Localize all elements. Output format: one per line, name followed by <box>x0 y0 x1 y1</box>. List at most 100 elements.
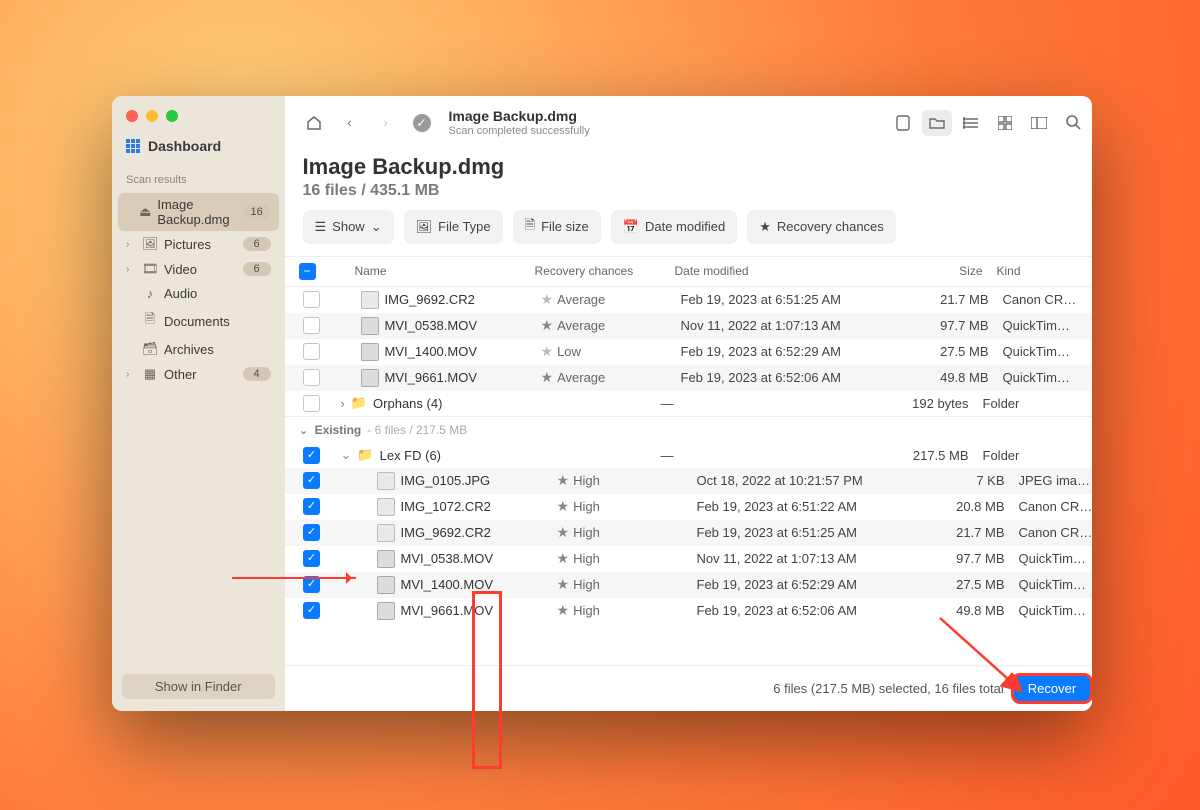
group-label: Existing <box>315 423 362 437</box>
kind-value: JPEG ima… <box>1005 473 1092 488</box>
table-row[interactable]: IMG_9692.CR2★AverageFeb 19, 2023 at 6:51… <box>285 287 1092 313</box>
table-row[interactable]: MVI_0538.MOV★AverageNov 11, 2022 at 1:07… <box>285 313 1092 339</box>
dashboard-label: Dashboard <box>148 138 221 154</box>
docc-icon: 🗎 <box>142 310 158 332</box>
col-date[interactable]: Date modified <box>675 264 905 278</box>
table-row[interactable]: MVI_1400.MOV★LowFeb 19, 2023 at 6:52:29 … <box>285 339 1092 365</box>
table-row[interactable]: ✓MVI_1400.MOV★HighFeb 19, 2023 at 6:52:2… <box>285 572 1092 598</box>
view-list-icon[interactable] <box>956 110 986 136</box>
lexfd-folder-row[interactable]: ✓⌄ 📁 Lex FD (6)—217.5 MBFolder <box>285 443 1092 468</box>
sidebar-item-archives[interactable]: 🗃Archives <box>118 337 279 361</box>
row-checkbox[interactable] <box>303 317 320 334</box>
col-size[interactable]: Size <box>905 264 983 278</box>
recovery-chances-filter[interactable]: ★Recovery chances <box>747 210 896 244</box>
col-recovery[interactable]: Recovery chances <box>535 264 675 278</box>
row-checkbox[interactable]: ✓ <box>303 498 320 515</box>
dashboard-link[interactable]: Dashboard <box>112 122 285 170</box>
row-checkbox[interactable]: ✓ <box>303 524 320 541</box>
select-all-checkbox[interactable]: − <box>299 263 316 280</box>
table-row[interactable]: ✓IMG_1072.CR2★HighFeb 19, 2023 at 6:51:2… <box>285 494 1092 520</box>
window-controls[interactable] <box>112 96 285 122</box>
status-check-icon: ✓ <box>411 112 433 134</box>
row-checkbox[interactable]: ✓ <box>303 472 320 489</box>
star-icon: ★ <box>541 343 554 360</box>
date-value: Feb 19, 2023 at 6:52:29 AM <box>681 344 911 359</box>
col-kind[interactable]: Kind <box>983 264 1092 278</box>
sidebar: Dashboard Scan results ⏏Image Backup.dmg… <box>112 96 285 711</box>
close-icon[interactable] <box>126 110 138 122</box>
row-checkbox[interactable] <box>303 343 320 360</box>
count-badge: 4 <box>243 367 271 381</box>
sidebar-item-audio[interactable]: ♪Audio <box>118 282 279 305</box>
recovery-value: High <box>573 499 600 514</box>
sidebar-item-label: Video <box>164 262 197 277</box>
search-icon[interactable] <box>1058 110 1088 136</box>
filter-bar: ☰Show⌄ 🖼File Type 🗎File size 📅Date modif… <box>285 210 1092 256</box>
location-subtitle: Scan completed successfully <box>449 125 590 138</box>
table-row[interactable]: ✓IMG_9692.CR2★HighFeb 19, 2023 at 6:51:2… <box>285 520 1092 546</box>
sidebar-item-image-backup-dmg[interactable]: ⏏Image Backup.dmg16 <box>118 193 279 231</box>
zoom-icon[interactable] <box>166 110 178 122</box>
pic-icon: 🖼 <box>142 236 158 252</box>
col-name[interactable]: Name <box>325 264 535 278</box>
folder-name: Lex FD (6) <box>380 448 441 463</box>
star-icon: ★ <box>541 317 554 334</box>
file-icon <box>377 472 395 490</box>
kind-value: Canon CR… <box>1005 499 1092 514</box>
recovery-value: High <box>573 603 600 618</box>
show-in-finder-button[interactable]: Show in Finder <box>122 674 275 699</box>
sidebar-item-documents[interactable]: 🗎Documents <box>118 306 279 336</box>
forward-icon[interactable]: › <box>375 112 397 134</box>
chevron-down-icon: ⌄ <box>341 447 352 463</box>
table-row[interactable]: ✓MVI_9661.MOV★HighFeb 19, 2023 at 6:52:0… <box>285 598 1092 624</box>
app-window: Dashboard Scan results ⏏Image Backup.dmg… <box>112 96 1092 711</box>
kind-value: Canon CR… <box>989 292 1092 307</box>
row-checkbox[interactable]: ✓ <box>303 550 320 567</box>
row-checkbox[interactable]: ✓ <box>303 602 320 619</box>
home-icon[interactable] <box>303 112 325 134</box>
date-value: Oct 18, 2022 at 10:21:57 PM <box>697 473 927 488</box>
recovery-value: Low <box>557 344 581 359</box>
existing-group-header[interactable]: ⌄ Existing - 6 files / 217.5 MB <box>285 416 1092 443</box>
file-icon <box>377 576 395 594</box>
sidebar-item-video[interactable]: ›🎞Video6 <box>118 257 279 281</box>
row-checkbox[interactable]: ✓ <box>303 576 320 593</box>
row-checkbox[interactable]: ✓ <box>303 447 320 464</box>
sidebar-item-pictures[interactable]: ›🖼Pictures6 <box>118 232 279 256</box>
recovery-value: Average <box>557 292 605 307</box>
show-filter[interactable]: ☰Show⌄ <box>303 210 394 244</box>
file-size-label: File size <box>541 219 589 234</box>
back-icon[interactable]: ‹ <box>339 112 361 134</box>
view-doc-icon[interactable] <box>888 110 918 136</box>
row-checkbox[interactable] <box>303 291 320 308</box>
file-list: IMG_9692.CR2★AverageFeb 19, 2023 at 6:51… <box>285 287 1092 665</box>
view-sidebar-icon[interactable] <box>1024 110 1054 136</box>
file-type-filter[interactable]: 🖼File Type <box>404 210 503 244</box>
view-folder-icon[interactable] <box>922 110 952 136</box>
date-value: Feb 19, 2023 at 6:52:06 AM <box>681 370 911 385</box>
location-title: Image Backup.dmg <box>449 108 590 125</box>
row-checkbox[interactable] <box>303 369 320 386</box>
date-value: Nov 11, 2022 at 1:07:13 AM <box>697 551 927 566</box>
folder-icon: 📁 <box>357 447 373 463</box>
footer-bar: 6 files (217.5 MB) selected, 16 files to… <box>285 665 1092 711</box>
row-checkbox[interactable] <box>303 395 320 412</box>
date-value: Nov 11, 2022 at 1:07:13 AM <box>681 318 911 333</box>
file-name: MVI_0538.MOV <box>385 318 478 333</box>
view-grid-icon[interactable] <box>990 110 1020 136</box>
star-icon: ★ <box>541 369 554 386</box>
size-value: 49.8 MB <box>911 370 989 385</box>
orphans-folder-row[interactable]: › 📁 Orphans (4)—192 bytesFolder <box>285 391 1092 416</box>
table-row[interactable]: ✓MVI_0538.MOV★HighNov 11, 2022 at 1:07:1… <box>285 546 1092 572</box>
main-panel: ‹ › ✓ Image Backup.dmg Scan completed su… <box>285 96 1092 711</box>
minimize-icon[interactable] <box>146 110 158 122</box>
table-row[interactable]: MVI_9661.MOV★AverageFeb 19, 2023 at 6:52… <box>285 365 1092 391</box>
date-modified-filter[interactable]: 📅Date modified <box>611 210 737 244</box>
file-icon <box>361 343 379 361</box>
page-header: Image Backup.dmg 16 files / 435.1 MB <box>285 138 1092 210</box>
file-name: IMG_9692.CR2 <box>401 525 491 540</box>
table-row[interactable]: ✓IMG_0105.JPG★HighOct 18, 2022 at 10:21:… <box>285 468 1092 494</box>
sidebar-item-other[interactable]: ›▦Other4 <box>118 362 279 386</box>
recover-button[interactable]: Recover <box>1014 676 1090 701</box>
file-size-filter[interactable]: 🗎File size <box>513 210 601 244</box>
